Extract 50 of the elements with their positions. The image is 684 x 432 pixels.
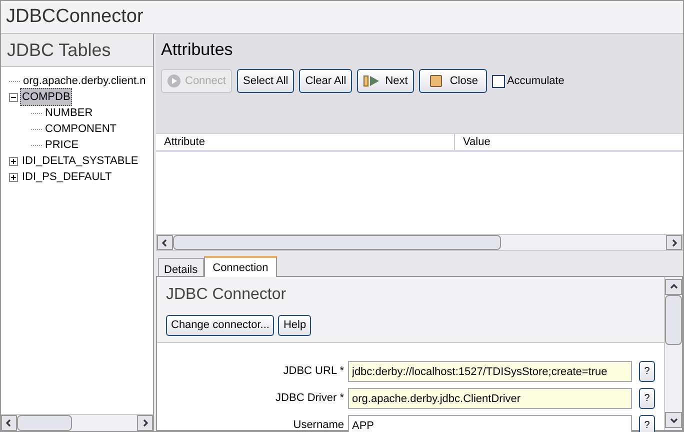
scroll-left-button[interactable] <box>1 415 17 431</box>
panel-title: JDBC Tables <box>7 38 111 62</box>
scroll-thumb[interactable] <box>665 295 682 345</box>
tab[interactable]: Connection <box>204 256 278 277</box>
toolbar-button[interactable]: Next <box>357 69 414 93</box>
toolbar-button[interactable]: Select All <box>236 69 294 93</box>
field-label: JDBC URL * <box>282 364 344 380</box>
column-header[interactable]: Attribute <box>156 134 455 150</box>
scroll-thumb[interactable] <box>17 415 72 431</box>
checkbox-label[interactable]: Accumulate <box>506 72 564 90</box>
toolbar-button[interactable]: Close <box>418 69 487 93</box>
button[interactable]: Change connector... <box>166 315 274 336</box>
input-field[interactable]: jdbc:derby://localhost:1527/TDISysStore;create=true <box>348 361 632 382</box>
next-icon <box>363 75 382 87</box>
tree-item[interactable]: IDI_PS_DEFAULT <box>20 168 114 186</box>
scroll-thumb[interactable] <box>173 235 501 250</box>
field-label: Username <box>292 418 344 432</box>
scroll-right-button[interactable] <box>137 415 153 431</box>
checkbox[interactable] <box>492 74 505 88</box>
panel-title: Attributes <box>161 39 234 61</box>
field-label: JDBC Driver * <box>274 391 344 406</box>
help-button[interactable]: ? <box>639 388 655 409</box>
tree-item[interactable]: PRICE <box>43 136 81 154</box>
tab[interactable]: Details <box>158 258 204 276</box>
tree-item[interactable]: COMPDB <box>20 88 72 106</box>
horizontal-scrollbar[interactable] <box>156 234 683 251</box>
help-button[interactable]: ? <box>639 361 655 382</box>
section-title: JDBC Connector <box>166 285 288 305</box>
play-icon <box>167 74 181 88</box>
vertical-scrollbar[interactable] <box>664 277 682 430</box>
tree-item[interactable]: NUMBER <box>43 104 95 122</box>
button[interactable]: Help <box>278 315 312 336</box>
scroll-up-button[interactable] <box>665 279 682 295</box>
input-field[interactable]: org.apache.derby.jdbc.ClientDriver <box>348 388 632 409</box>
input-field[interactable]: APP <box>348 415 632 432</box>
scroll-left-button[interactable] <box>157 235 173 250</box>
collapse-icon[interactable] <box>9 92 18 102</box>
tree-item[interactable]: COMPONENT <box>43 120 118 138</box>
toolbar-button[interactable]: Clear All <box>299 69 352 93</box>
tree-item[interactable]: IDI_DELTA_SYSTABLE <box>20 152 140 170</box>
window-title: JDBCConnector <box>6 4 144 29</box>
horizontal-scrollbar[interactable] <box>1 414 153 431</box>
expand-icon[interactable] <box>9 172 18 182</box>
scroll-right-button[interactable] <box>666 235 682 250</box>
expand-icon[interactable] <box>9 156 18 166</box>
tree-item[interactable]: org.apache.derby.client.n <box>21 72 148 90</box>
column-header[interactable]: Value <box>455 134 683 150</box>
stop-icon <box>430 75 442 87</box>
scroll-down-button[interactable] <box>665 412 682 428</box>
help-button[interactable]: ? <box>639 415 655 432</box>
